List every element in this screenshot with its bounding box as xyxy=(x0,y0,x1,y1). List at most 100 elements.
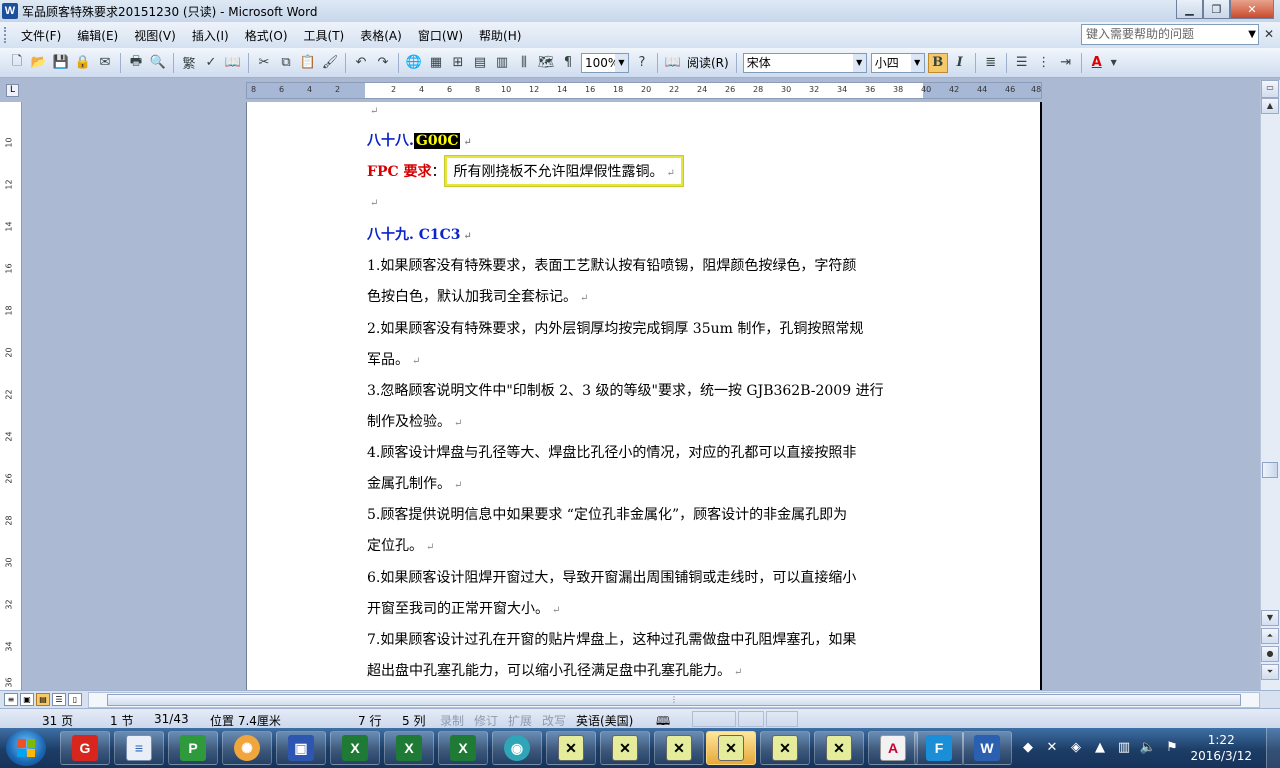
insert-table-icon[interactable]: ⊞ xyxy=(448,53,468,73)
taskbar-excel-1[interactable]: X xyxy=(330,731,380,765)
tables-borders-icon[interactable]: ▦ xyxy=(426,53,446,73)
font-size-select[interactable]: 小四 ▼ xyxy=(870,52,925,73)
taskbar-app-notepad[interactable]: ≡ xyxy=(114,731,164,765)
tray-x-icon[interactable]: ✕ xyxy=(1043,739,1061,757)
word-app-icon[interactable]: W xyxy=(2,3,18,19)
tray-network-icon[interactable]: ▥ xyxy=(1115,739,1133,757)
align-justify-icon[interactable]: ≣ xyxy=(981,53,1001,73)
document-map-icon[interactable]: 🗺 xyxy=(536,53,556,73)
scroll-up-icon[interactable]: ▲ xyxy=(1261,98,1279,114)
document-page[interactable]: ↵ 八十八. G00C ↵ FPC 要求： 所有刚挠板不允许阻焊假性露铜。 ↵ ↵ 八十… xyxy=(246,102,1042,690)
redo-icon[interactable]: ↷ xyxy=(373,53,393,73)
menu-table[interactable]: 表格(A) xyxy=(352,25,410,46)
taskbar-excel-2[interactable]: X xyxy=(384,731,434,765)
bold-button[interactable]: B xyxy=(927,52,948,73)
menu-file[interactable]: 文件(F) xyxy=(13,25,69,46)
tray-volume-icon[interactable]: 🔈 xyxy=(1139,739,1157,757)
status-record[interactable]: 录制 xyxy=(440,712,464,729)
menu-view[interactable]: 视图(V) xyxy=(126,25,184,46)
chevron-down-icon[interactable]: ▼ xyxy=(1109,53,1119,73)
taskbar-window-6[interactable]: ✕ xyxy=(814,731,864,765)
print-layout-icon[interactable]: ▤ xyxy=(36,693,50,706)
tray-flag-icon[interactable]: ⚑ xyxy=(1163,739,1181,757)
outline-view-icon[interactable]: ☰ xyxy=(52,693,66,706)
taskbar-app-blue[interactable]: F xyxy=(914,731,964,765)
close-button[interactable]: ✕ xyxy=(1230,0,1274,19)
taskbar-window-3[interactable]: ✕ xyxy=(654,731,704,765)
chevron-down-icon[interactable]: ▼ xyxy=(910,53,924,72)
show-hide-icon[interactable]: ¶ xyxy=(558,53,578,73)
font-select[interactable]: 宋体 ▼ xyxy=(742,52,867,73)
cut-icon[interactable]: ✂ xyxy=(254,53,274,73)
chevron-down-icon[interactable]: ▼ xyxy=(615,53,628,72)
tray-app-icon[interactable]: ◆ xyxy=(1019,739,1037,757)
print-preview-icon[interactable]: 🔍 xyxy=(148,53,168,73)
horizontal-ruler[interactable]: 8 6 4 2 2 4 6 8 10 12 14 16 18 20 22 24 … xyxy=(246,82,1042,99)
copy-icon[interactable]: ⧉ xyxy=(276,53,296,73)
status-overtype[interactable]: 改写 xyxy=(542,712,566,729)
reading-view-icon[interactable]: ▯ xyxy=(68,693,82,706)
permission-icon[interactable]: 🔒 xyxy=(73,53,93,73)
tray-shield-icon[interactable]: ◈ xyxy=(1067,739,1085,757)
columns-icon[interactable]: ▥ xyxy=(492,53,512,73)
chevron-down-icon[interactable]: ▼ xyxy=(1248,25,1256,44)
italic-button[interactable]: I xyxy=(950,53,970,73)
taskbar-app-shell[interactable]: ✺ xyxy=(222,731,272,765)
indent-icon[interactable]: ⇥ xyxy=(1056,53,1076,73)
research-book-icon[interactable]: 📖 xyxy=(223,53,243,73)
taskbar-window-2[interactable]: ✕ xyxy=(600,731,650,765)
new-document-icon[interactable]: 🗋 xyxy=(7,53,27,73)
tab-selector[interactable]: L xyxy=(6,84,19,97)
doc-close-icon[interactable]: ✕ xyxy=(1264,27,1274,41)
prev-page-icon[interactable]: ⏶ xyxy=(1261,628,1279,644)
minimize-button[interactable]: ▁ xyxy=(1176,0,1203,19)
menu-grip[interactable] xyxy=(4,27,7,43)
vertical-scrollbar[interactable]: ▭ ▲ ▼ ⏶ ● ⏷ xyxy=(1260,80,1280,690)
bullets-icon[interactable]: ⋮ xyxy=(1034,53,1054,73)
paste-icon[interactable]: 📋 xyxy=(298,53,318,73)
show-desktop-button[interactable] xyxy=(1266,728,1280,768)
read-icon[interactable]: 📖 xyxy=(663,53,683,73)
restore-button[interactable]: ❐ xyxy=(1203,0,1230,19)
taskbar-clock[interactable]: 1:22 2016/3/12 xyxy=(1190,732,1252,764)
chevron-down-icon[interactable]: ▼ xyxy=(852,53,866,72)
menu-window[interactable]: 窗口(W) xyxy=(410,25,471,46)
next-page-icon[interactable]: ⏷ xyxy=(1261,664,1279,680)
taskbar-window-1[interactable]: ✕ xyxy=(546,731,596,765)
menu-help[interactable]: 帮助(H) xyxy=(471,25,529,46)
vertical-ruler[interactable]: 10 12 14 16 18 20 22 24 26 28 30 32 34 3… xyxy=(0,102,22,690)
status-language[interactable]: 英语(美国) xyxy=(576,712,633,729)
font-color-button[interactable]: A xyxy=(1087,53,1107,73)
normal-view-icon[interactable]: ≡ xyxy=(4,693,18,706)
undo-icon[interactable]: ↶ xyxy=(351,53,371,73)
ruler-toggle-icon[interactable]: ▭ xyxy=(1261,80,1279,98)
horizontal-scrollbar[interactable]: ⋮ xyxy=(88,692,1260,708)
taskbar-window-5[interactable]: ✕ xyxy=(760,731,810,765)
read-button[interactable]: 阅读(R) xyxy=(684,54,732,71)
drawing-icon[interactable]: ⫼ xyxy=(514,53,534,73)
taskbar-app-green[interactable]: P xyxy=(168,731,218,765)
taskbar-word[interactable]: W xyxy=(962,731,1012,765)
format-painter-icon[interactable]: 🖌 xyxy=(320,53,340,73)
taskbar-window-4-active[interactable]: ✕ xyxy=(706,731,756,765)
save-icon[interactable]: 💾 xyxy=(51,53,71,73)
taskbar-app-text[interactable]: A xyxy=(868,731,918,765)
browse-object-icon[interactable]: ● xyxy=(1261,646,1279,662)
menu-tools[interactable]: 工具(T) xyxy=(296,25,353,46)
insert-excel-icon[interactable]: ▤ xyxy=(470,53,490,73)
scroll-down-icon[interactable]: ▼ xyxy=(1261,610,1279,626)
research-icon[interactable]: 繁 xyxy=(179,53,199,73)
taskbar-excel-3[interactable]: X xyxy=(438,731,488,765)
scroll-thumb[interactable] xyxy=(1262,462,1278,478)
status-track-changes[interactable]: 修订 xyxy=(474,712,498,729)
numbering-icon[interactable]: ☰ xyxy=(1012,53,1032,73)
print-icon[interactable]: 🖶 xyxy=(126,53,146,73)
email-icon[interactable]: ✉ xyxy=(95,53,115,73)
hyperlink-icon[interactable]: 🌐 xyxy=(404,53,424,73)
scroll-thumb[interactable]: ⋮ xyxy=(107,694,1241,706)
help-search-input[interactable]: 键入需要帮助的问题 ▼ xyxy=(1081,24,1259,45)
spelling-icon[interactable]: ✓ xyxy=(201,53,221,73)
tray-alert-icon[interactable]: ▲ xyxy=(1091,739,1109,757)
taskbar-app-save[interactable]: ▣ xyxy=(276,731,326,765)
taskbar-app-red[interactable]: G xyxy=(60,731,110,765)
